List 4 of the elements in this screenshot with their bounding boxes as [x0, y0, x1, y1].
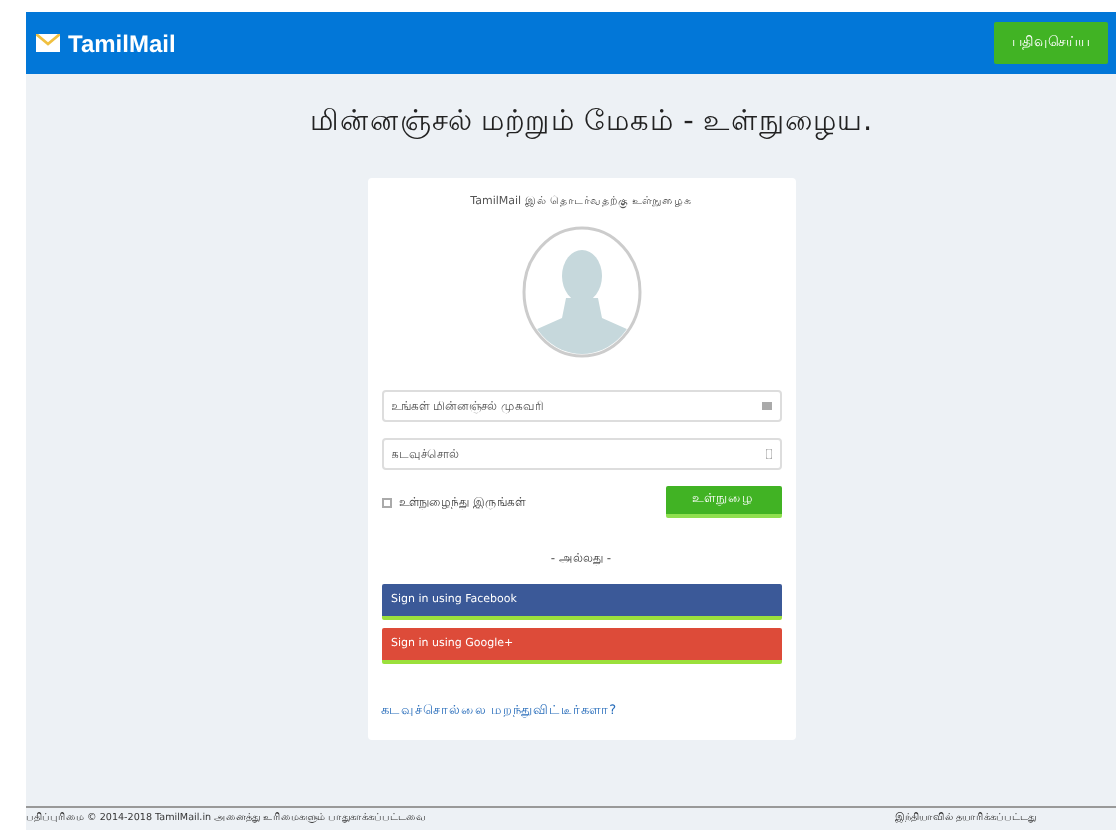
page-heading: மின்னஞ்சல் மற்றும் மேகம் - உள்நுழைய. [307, 104, 875, 144]
brand-logo[interactable]: TamilMail [68, 25, 176, 61]
avatar-icon [521, 226, 641, 358]
remember-checkbox[interactable] [381, 497, 391, 507]
